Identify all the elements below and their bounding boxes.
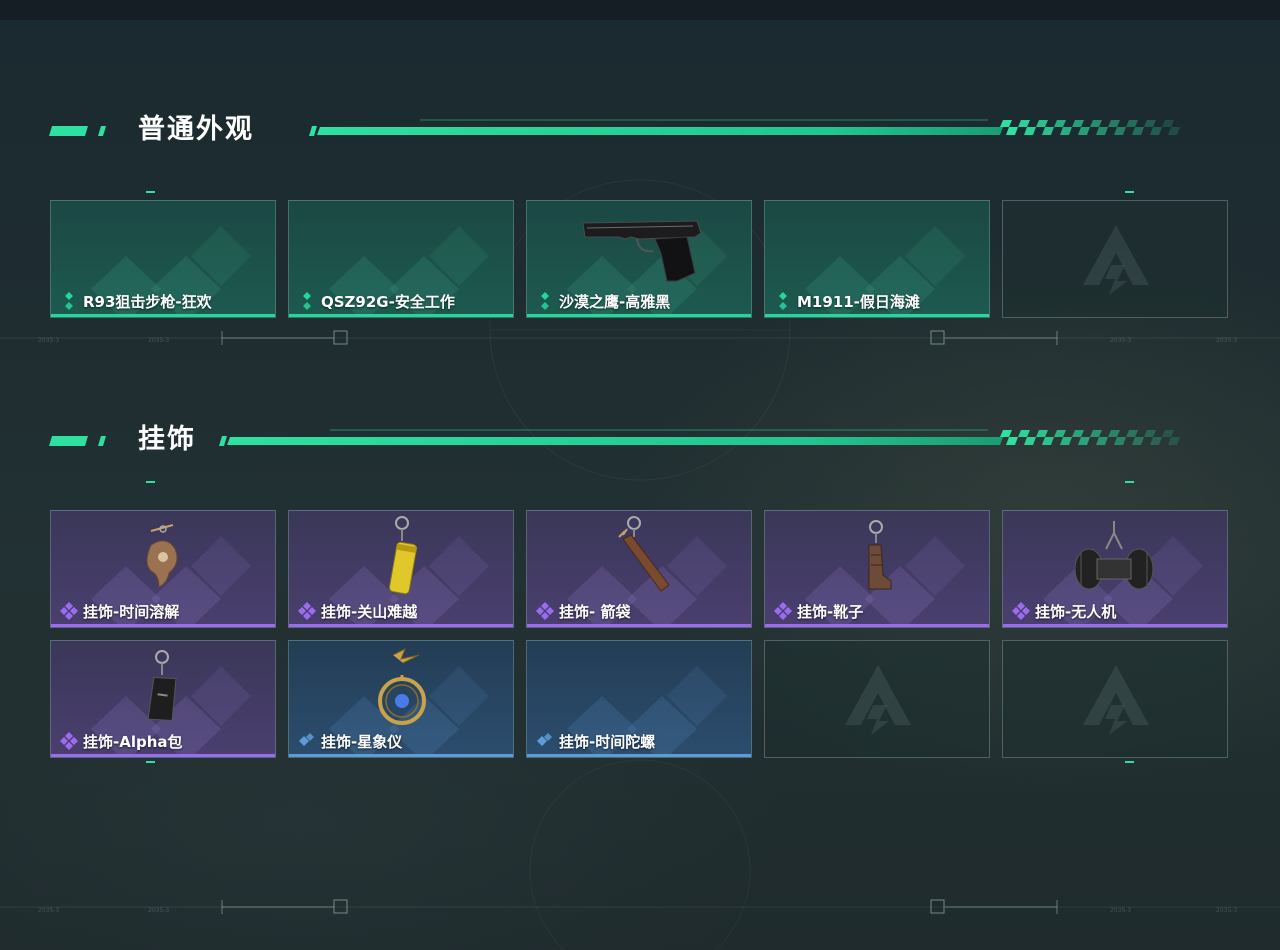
item-label: 挂饰-Alpha包 (59, 731, 183, 751)
diamond-green-icon (59, 291, 79, 311)
rarity-bar (765, 314, 989, 317)
empty-item-slot (764, 640, 990, 758)
item-card[interactable]: 挂饰-时间溶解 (50, 510, 276, 628)
item-card[interactable]: 挂饰-靴子 (764, 510, 990, 628)
svg-text:2035-3: 2035-3 (38, 337, 59, 344)
item-name: 挂饰-无人机 (1035, 602, 1117, 621)
svg-text:2035-3: 2035-3 (1216, 907, 1237, 914)
item-card[interactable]: 沙漠之鹰-高雅黑 (526, 200, 752, 318)
item-label: M1911-假日海滩 (773, 291, 920, 311)
empty-item-slot (1002, 640, 1228, 758)
svg-text:2035-3: 2035-3 (148, 907, 169, 914)
rarity-bar (51, 624, 275, 627)
item-label: 挂饰-时间溶解 (59, 601, 180, 621)
item-name: QSZ92G-安全工作 (321, 292, 455, 311)
empty-slot-logo-icon (1083, 665, 1149, 735)
item-label: 挂饰-星象仪 (297, 731, 403, 751)
item-card[interactable]: R93狙击步枪-狂欢 (50, 200, 276, 318)
item-name: M1911-假日海滩 (797, 292, 920, 311)
diamond-green-icon (535, 291, 555, 311)
section-title: 挂饰 (138, 424, 196, 455)
item-label: 挂饰-无人机 (1011, 601, 1117, 621)
diamond-green-icon (773, 291, 793, 311)
item-name: 挂饰-时间陀螺 (559, 732, 656, 751)
item-card[interactable]: 挂饰-关山难越 (288, 510, 514, 628)
diamond-purple-icon (59, 601, 79, 621)
item-label: 挂饰-靴子 (773, 601, 864, 621)
svg-text:2035-3: 2035-3 (38, 907, 59, 914)
rarity-bar (527, 624, 751, 627)
diamond-blue-icon (297, 731, 317, 751)
rarity-bar (51, 754, 275, 757)
section-header: 普通外观 (48, 110, 1208, 150)
rarity-bar (289, 624, 513, 627)
svg-text:2035-3: 2035-3 (148, 337, 169, 344)
diamond-purple-icon (297, 601, 317, 621)
svg-text:2035-3: 2035-3 (1216, 337, 1237, 344)
empty-slot-logo-icon (845, 665, 911, 735)
diamond-purple-icon (59, 731, 79, 751)
diamond-green-icon (297, 291, 317, 311)
item-label: 挂饰- 箭袋 (535, 601, 631, 621)
rarity-bar (765, 624, 989, 627)
diamond-purple-icon (1011, 601, 1031, 621)
item-card[interactable]: M1911-假日海滩 (764, 200, 990, 318)
item-name: R93狙击步枪-狂欢 (83, 292, 212, 311)
item-card[interactable]: 挂饰-Alpha包 (50, 640, 276, 758)
diamond-purple-icon (535, 601, 555, 621)
rarity-bar (527, 314, 751, 317)
item-label: 沙漠之鹰-高雅黑 (535, 291, 671, 311)
rarity-bar (289, 754, 513, 757)
item-name: 挂饰-星象仪 (321, 732, 403, 751)
svg-text:2035-3: 2035-3 (1110, 337, 1131, 344)
item-label: QSZ92G-安全工作 (297, 291, 455, 311)
item-card[interactable]: QSZ92G-安全工作 (288, 200, 514, 318)
diamond-blue-icon (535, 731, 555, 751)
item-name: 挂饰-Alpha包 (83, 732, 183, 751)
rarity-bar (289, 314, 513, 317)
rarity-bar (527, 754, 751, 757)
item-card[interactable]: 挂饰-无人机 (1002, 510, 1228, 628)
rarity-bar (1003, 624, 1227, 627)
item-name: 沙漠之鹰-高雅黑 (559, 292, 671, 311)
section-header-decoration (49, 429, 1180, 446)
item-label: R93狙击步枪-狂欢 (59, 291, 212, 311)
item-name: 挂饰-靴子 (797, 602, 864, 621)
diamond-purple-icon (773, 601, 793, 621)
section-header: 挂饰 (48, 420, 1208, 460)
empty-item-slot (1002, 200, 1228, 318)
item-card[interactable]: 挂饰-星象仪 (288, 640, 514, 758)
item-label: 挂饰-时间陀螺 (535, 731, 656, 751)
empty-slot-logo-icon (1083, 225, 1149, 295)
item-card[interactable]: 挂饰- 箭袋 (526, 510, 752, 628)
svg-text:2035-3: 2035-3 (1110, 907, 1131, 914)
item-name: 挂饰- 箭袋 (559, 602, 631, 621)
item-name: 挂饰-时间溶解 (83, 602, 180, 621)
item-name: 挂饰-关山难越 (321, 602, 418, 621)
section-title: 普通外观 (138, 114, 254, 145)
item-card[interactable]: 挂饰-时间陀螺 (526, 640, 752, 758)
item-label: 挂饰-关山难越 (297, 601, 418, 621)
rarity-bar (51, 314, 275, 317)
